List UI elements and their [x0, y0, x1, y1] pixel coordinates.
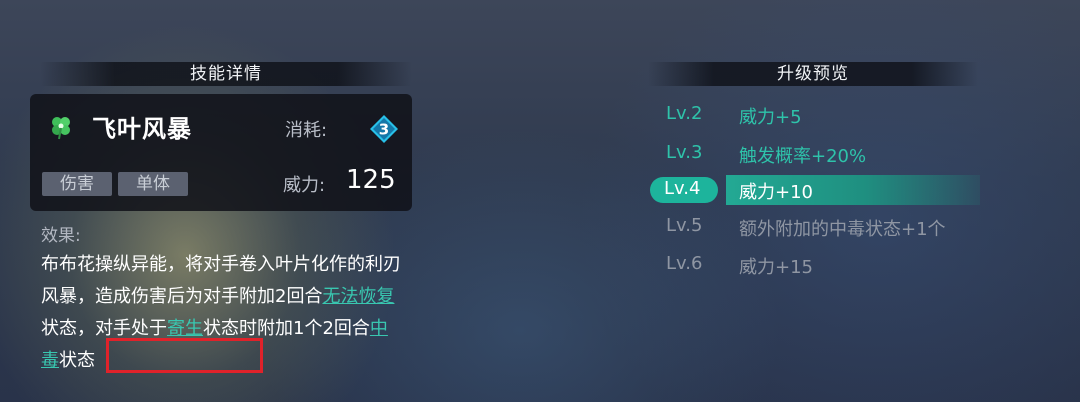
effect-label: 效果:: [41, 226, 81, 246]
level-effect: 威力+15: [739, 257, 813, 278]
tag-single-target: 单体: [118, 172, 188, 196]
level-label: Lv.4: [664, 178, 701, 199]
upgrade-row-lv4-current: Lv.4 威力+10: [650, 175, 980, 205]
upgrade-row-lv5: Lv.5 额外附加的中毒状态+1个: [650, 212, 980, 242]
skill-card: 飞叶风暴 消耗: 3 伤害 单体 威力: 125: [30, 94, 412, 211]
level-effect: 威力+10: [739, 182, 813, 203]
skill-details-title: 技能详情: [40, 62, 412, 86]
status-link-parasite[interactable]: 寄生: [167, 318, 203, 339]
upgrade-row-lv3: Lv.3 触发概率+20%: [650, 139, 980, 169]
energy-cost-badge-icon: 3: [370, 115, 398, 143]
skill-name: 飞叶风暴: [92, 115, 192, 143]
effect-text-part: 状态，对手处于: [41, 318, 167, 339]
level-label: Lv.5: [666, 215, 703, 236]
effect-text-part: 状态时附加1个2回合: [203, 318, 370, 339]
upgrade-row-lv6: Lv.6 威力+15: [650, 250, 980, 280]
clover-icon: [52, 117, 70, 140]
power-value: 125: [346, 165, 396, 195]
tag-damage: 伤害: [42, 172, 112, 196]
level-label: Lv.2: [666, 103, 703, 124]
upgrade-row-lv2: Lv.2 威力+5: [650, 100, 980, 130]
highlight-annotation-box: [106, 338, 263, 373]
level-label: Lv.6: [666, 253, 703, 274]
level-label: Lv.3: [666, 142, 703, 163]
upgrade-preview-title: 升级预览: [648, 62, 978, 86]
level-effect: 威力+5: [739, 107, 802, 128]
status-link-no-recovery[interactable]: 无法恢复: [322, 286, 394, 307]
cost-value: 3: [379, 121, 389, 139]
effect-text-part: 状态: [59, 350, 95, 371]
level-effect: 额外附加的中毒状态+1个: [739, 219, 946, 240]
power-label: 威力:: [283, 175, 326, 196]
cost-label: 消耗:: [285, 120, 328, 141]
level-effect: 触发概率+20%: [739, 146, 867, 167]
